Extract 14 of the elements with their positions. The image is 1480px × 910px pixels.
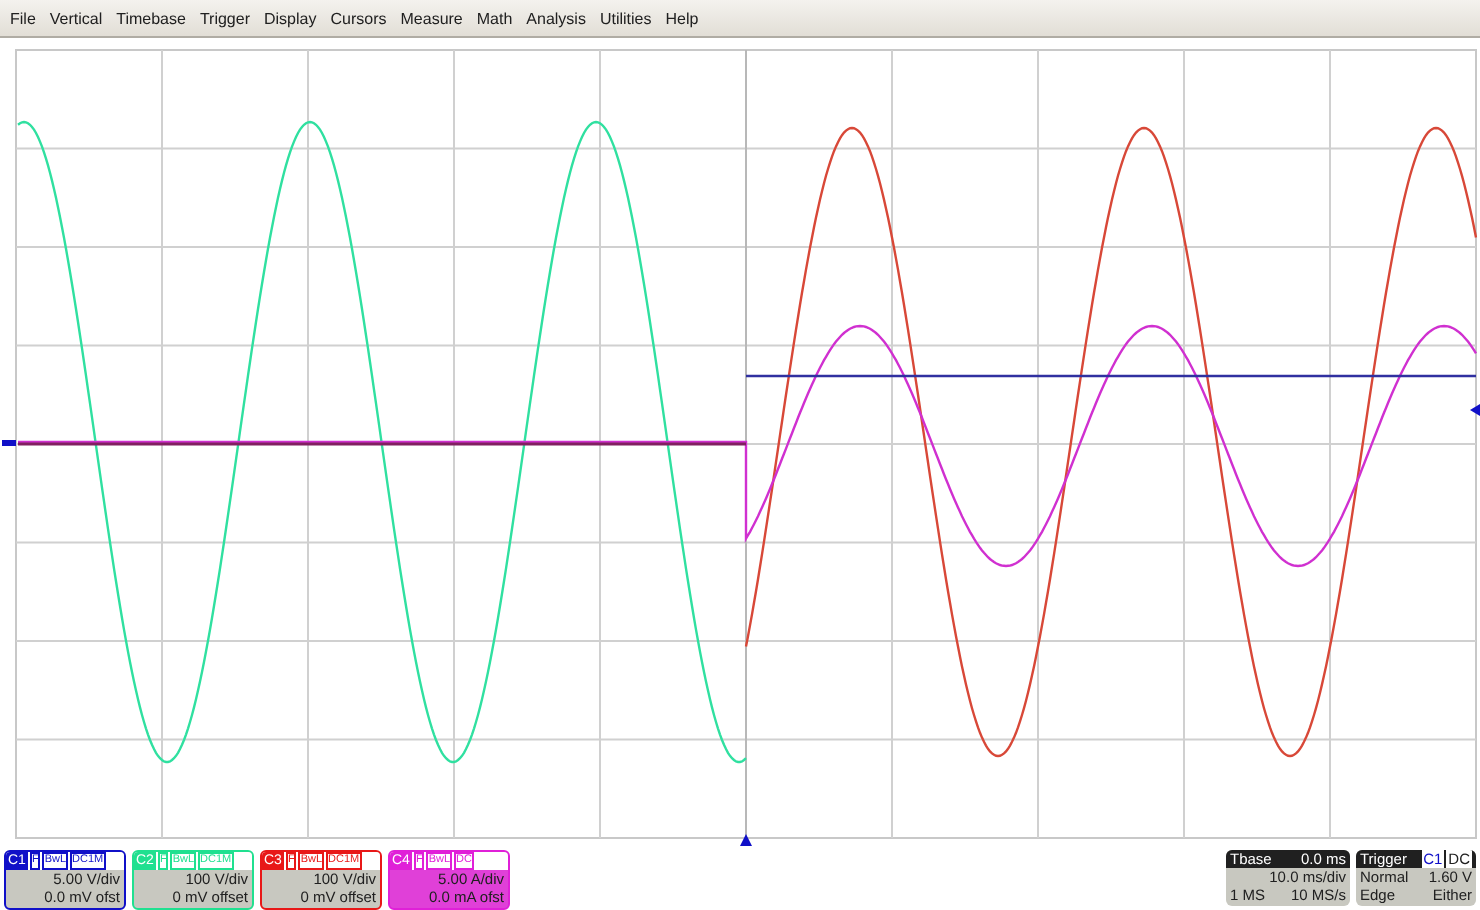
menu-item[interactable]: Display — [264, 9, 317, 27]
trigger-position-arrow-icon[interactable] — [740, 834, 752, 846]
menu-item[interactable]: Trigger — [199, 9, 250, 27]
menu-item[interactable]: Math — [476, 9, 513, 27]
menu-item[interactable]: Measure — [400, 9, 463, 27]
menu-item[interactable]: Analysis — [526, 9, 586, 27]
channel-marker-icon[interactable] — [2, 440, 16, 446]
menu-item[interactable]: Timebase — [116, 9, 186, 27]
menu-item[interactable]: Help — [665, 9, 699, 27]
menu-item[interactable]: Utilities — [599, 9, 652, 27]
menu-item[interactable]: File — [10, 9, 36, 27]
menu-item[interactable]: Cursors — [330, 9, 387, 27]
menu-item[interactable]: Vertical — [49, 9, 103, 27]
trigger-level-arrow-icon[interactable] — [1470, 404, 1480, 416]
